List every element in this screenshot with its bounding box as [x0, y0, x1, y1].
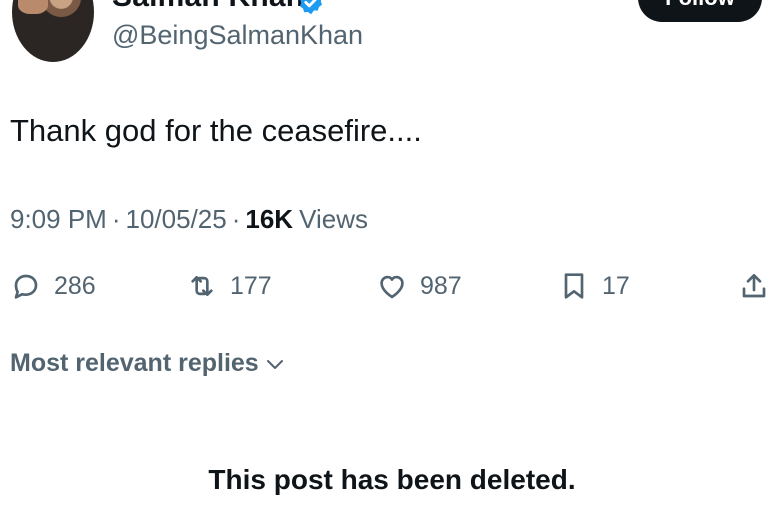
reply-icon: [14, 274, 38, 299]
heart-icon: [380, 275, 404, 299]
post-time[interactable]: 9:09 PM: [10, 204, 107, 235]
reply-count: 286: [54, 271, 96, 300]
repost-count: 177: [230, 271, 272, 300]
chevron-down-icon: [266, 359, 283, 369]
replies-sort-label: Most relevant replies: [10, 349, 259, 377]
post-text: Thank god for the ceasefire....: [10, 113, 422, 148]
meta-separator: ·: [111, 204, 121, 234]
repost-icon: [191, 276, 213, 296]
verified-badge-icon: [300, 0, 322, 15]
views-count[interactable]: 16K: [245, 204, 293, 235]
post-date[interactable]: 10/05/25: [126, 204, 227, 235]
repost-button[interactable]: 177: [186, 268, 272, 304]
bookmark-icon: [564, 273, 584, 299]
share-icon: [742, 274, 766, 298]
avatar[interactable]: [12, 0, 94, 62]
author-display-name[interactable]: Salman Khan: [112, 0, 304, 14]
deleted-post-notice: This post has been deleted.: [208, 464, 576, 495]
reply-button[interactable]: 286: [10, 268, 96, 304]
follow-button[interactable]: Follow: [638, 0, 762, 22]
bookmark-button[interactable]: 17: [558, 268, 630, 304]
views-label[interactable]: Views: [299, 204, 368, 235]
like-count: 987: [420, 271, 462, 300]
share-button[interactable]: [738, 268, 770, 304]
post-meta: 9:09 PM · 10/05/25 · 16K Views: [10, 204, 368, 235]
meta-separator: ·: [231, 204, 241, 234]
replies-sort-dropdown[interactable]: Most relevant replies: [10, 349, 287, 378]
post-detail: Salman Khan @BeingSalmanKhan Follow Than…: [0, 0, 780, 527]
avatar-photo-detail: [18, 0, 48, 14]
bookmark-count: 17: [602, 271, 630, 300]
like-button[interactable]: 987: [376, 268, 462, 304]
author-handle[interactable]: @BeingSalmanKhan: [112, 20, 363, 51]
